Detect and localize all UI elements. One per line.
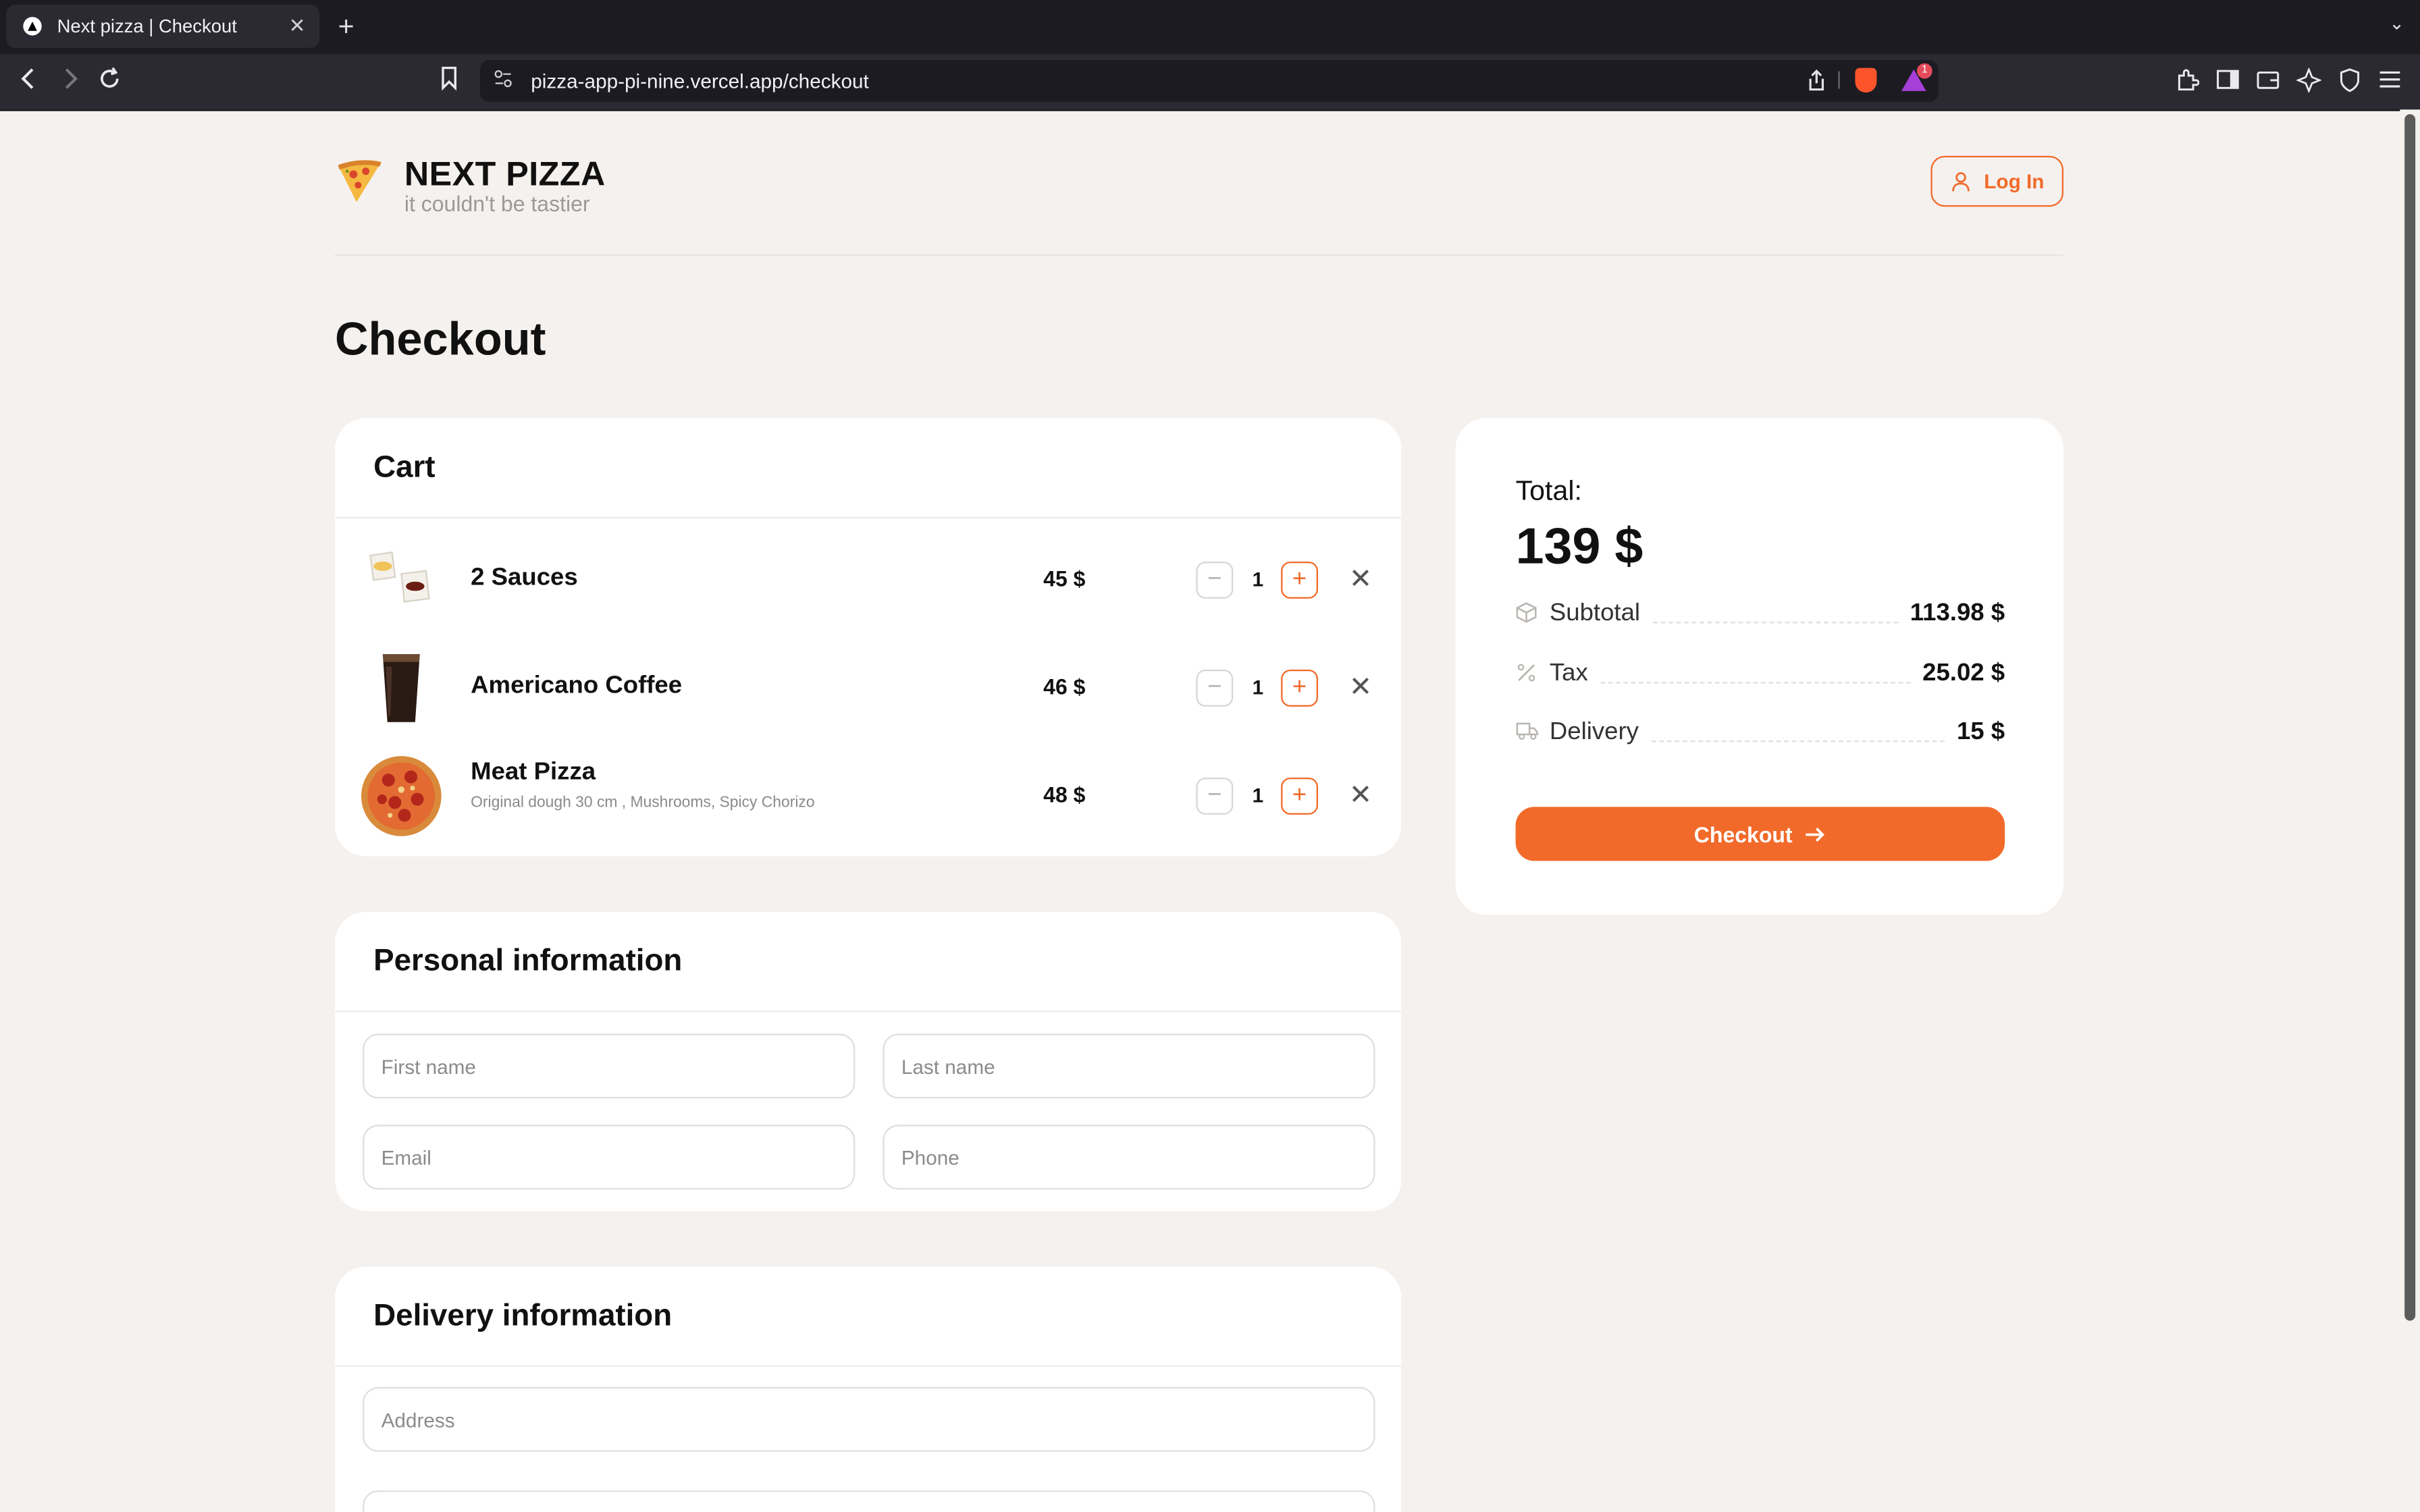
page-scrollbar-thumb[interactable]	[2404, 114, 2416, 1321]
item-quantity: 1	[1252, 784, 1264, 807]
bookmark-icon[interactable]	[440, 66, 458, 99]
increase-quantity-button[interactable]: +	[1281, 562, 1319, 599]
dotted-divider	[1652, 621, 1898, 623]
browser-tab-bar: Next pizza | Checkout ✕ + ⌄	[0, 0, 2420, 54]
item-name: 2 Sauces	[471, 564, 578, 591]
reload-icon[interactable]	[97, 66, 122, 99]
tax-row: Tax 25.02 $	[1516, 655, 2005, 693]
item-price: 48 $	[1043, 782, 1086, 807]
cart-title: Cart	[335, 418, 1402, 519]
login-label: Log In	[1984, 169, 2045, 193]
tab-close-icon[interactable]: ✕	[289, 14, 306, 39]
rewards-badge: 1	[1916, 63, 1932, 79]
item-name: Meat Pizza	[471, 759, 596, 786]
delivery-info-card: Delivery information Address	[335, 1266, 1402, 1512]
increase-quantity-button[interactable]: +	[1281, 670, 1319, 707]
tax-label: Tax	[1549, 660, 1588, 687]
total-label: Total:	[1515, 475, 1582, 506]
address-field[interactable]: Address	[363, 1386, 1375, 1452]
item-price: 46 $	[1043, 674, 1086, 699]
personal-info-card: Personal information First name Last nam…	[335, 911, 1402, 1212]
back-icon[interactable]	[18, 66, 40, 99]
checkout-button[interactable]: Checkout	[1515, 807, 2005, 861]
subtotal-label: Subtotal	[1549, 600, 1641, 627]
urlbar-divider: |	[1837, 68, 1842, 90]
tab-list-chevron-icon[interactable]: ⌄	[2389, 12, 2404, 34]
first-name-field[interactable]: First name	[363, 1033, 856, 1099]
cart-item: Meat Pizza Original dough 30 cm , Mushro…	[335, 745, 1401, 853]
leo-ai-icon[interactable]	[2295, 67, 2323, 101]
email-field[interactable]: Email	[363, 1125, 856, 1190]
dotted-divider	[1651, 740, 1945, 742]
share-icon[interactable]	[1808, 68, 1826, 97]
percent-icon	[1516, 661, 1539, 687]
login-button[interactable]: Log In	[1930, 155, 2064, 207]
brand-name[interactable]: NEXT PIZZA	[404, 155, 606, 194]
subtotal-row: Subtotal 113.98 $	[1516, 595, 2005, 632]
order-summary-card: Total: 139 $ Subtotal 113.98 $ Tax 25.02…	[1455, 418, 2064, 915]
increase-quantity-button[interactable]: +	[1281, 778, 1319, 815]
total-value: 139 $	[1515, 516, 1643, 574]
item-name: Americano Coffee	[471, 672, 683, 699]
cart-card: Cart 2 Sauces 45 $ − 1 + ✕ Americano Cof…	[335, 418, 1402, 857]
decrease-quantity-button[interactable]: −	[1196, 778, 1234, 815]
last-name-field[interactable]: Last name	[883, 1033, 1375, 1099]
address-bar[interactable]: pizza-app-pi-nine.vercel.app/checkout | …	[479, 60, 1939, 102]
user-icon	[1951, 171, 1969, 191]
subtotal-value: 113.98 $	[1910, 600, 2005, 627]
tab-title: Next pizza | Checkout	[57, 15, 237, 37]
comment-field[interactable]	[363, 1490, 1375, 1512]
tax-value: 25.02 $	[1922, 660, 2005, 687]
coffee-image	[382, 654, 420, 722]
checkout-label: Checkout	[1693, 821, 1793, 846]
site-settings-icon[interactable]	[494, 68, 512, 94]
box-icon	[1516, 601, 1539, 627]
cart-item: 2 Sauces 45 $ − 1 + ✕	[335, 529, 1401, 637]
decrease-quantity-button[interactable]: −	[1196, 562, 1234, 599]
forward-icon[interactable]	[59, 66, 80, 99]
item-description: Original dough 30 cm , Mushrooms, Spicy …	[471, 794, 815, 812]
item-price: 45 $	[1043, 566, 1086, 591]
vpn-icon[interactable]	[2338, 68, 2361, 101]
browser-toolbar: pizza-app-pi-nine.vercel.app/checkout | …	[0, 54, 2420, 111]
new-tab-button[interactable]: +	[338, 11, 354, 42]
item-quantity: 1	[1252, 568, 1264, 591]
pizza-logo-icon[interactable]	[335, 156, 384, 205]
wallet-icon[interactable]	[2257, 68, 2280, 99]
delivery-info-title: Delivery information	[335, 1267, 1402, 1368]
extensions-icon[interactable]	[2175, 68, 2200, 101]
browser-tab[interactable]: Next pizza | Checkout ✕	[6, 4, 320, 48]
delivery-label: Delivery	[1549, 719, 1639, 745]
menu-icon[interactable]	[2378, 68, 2401, 99]
personal-info-title: Personal information	[335, 912, 1402, 1013]
sidebar-icon[interactable]	[2216, 68, 2239, 99]
page-title: Checkout	[335, 315, 546, 366]
phone-field[interactable]: Phone	[883, 1125, 1375, 1190]
remove-item-icon[interactable]: ✕	[1349, 671, 1373, 703]
arrow-right-icon	[1806, 826, 1825, 841]
dotted-divider	[1600, 681, 1910, 683]
brave-shields-icon[interactable]	[1855, 68, 1877, 93]
site-header: NEXT PIZZA it couldn't be tastier Log In	[335, 109, 2064, 256]
cart-item: Americano Coffee 46 $ − 1 + ✕	[335, 637, 1401, 745]
delivery-value: 15 $	[1956, 719, 2005, 745]
truck-icon	[1516, 720, 1539, 745]
brand-tagline: it couldn't be tastier	[404, 191, 590, 216]
remove-item-icon[interactable]: ✕	[1349, 563, 1373, 595]
item-quantity: 1	[1252, 676, 1264, 699]
decrease-quantity-button[interactable]: −	[1196, 670, 1234, 707]
sauces-image	[369, 551, 430, 603]
url-text: pizza-app-pi-nine.vercel.app/checkout	[531, 69, 869, 93]
pizza-image	[361, 756, 442, 836]
remove-item-icon[interactable]: ✕	[1349, 779, 1373, 811]
delivery-row: Delivery 15 $	[1516, 714, 2005, 751]
vercel-favicon-icon	[23, 17, 42, 36]
